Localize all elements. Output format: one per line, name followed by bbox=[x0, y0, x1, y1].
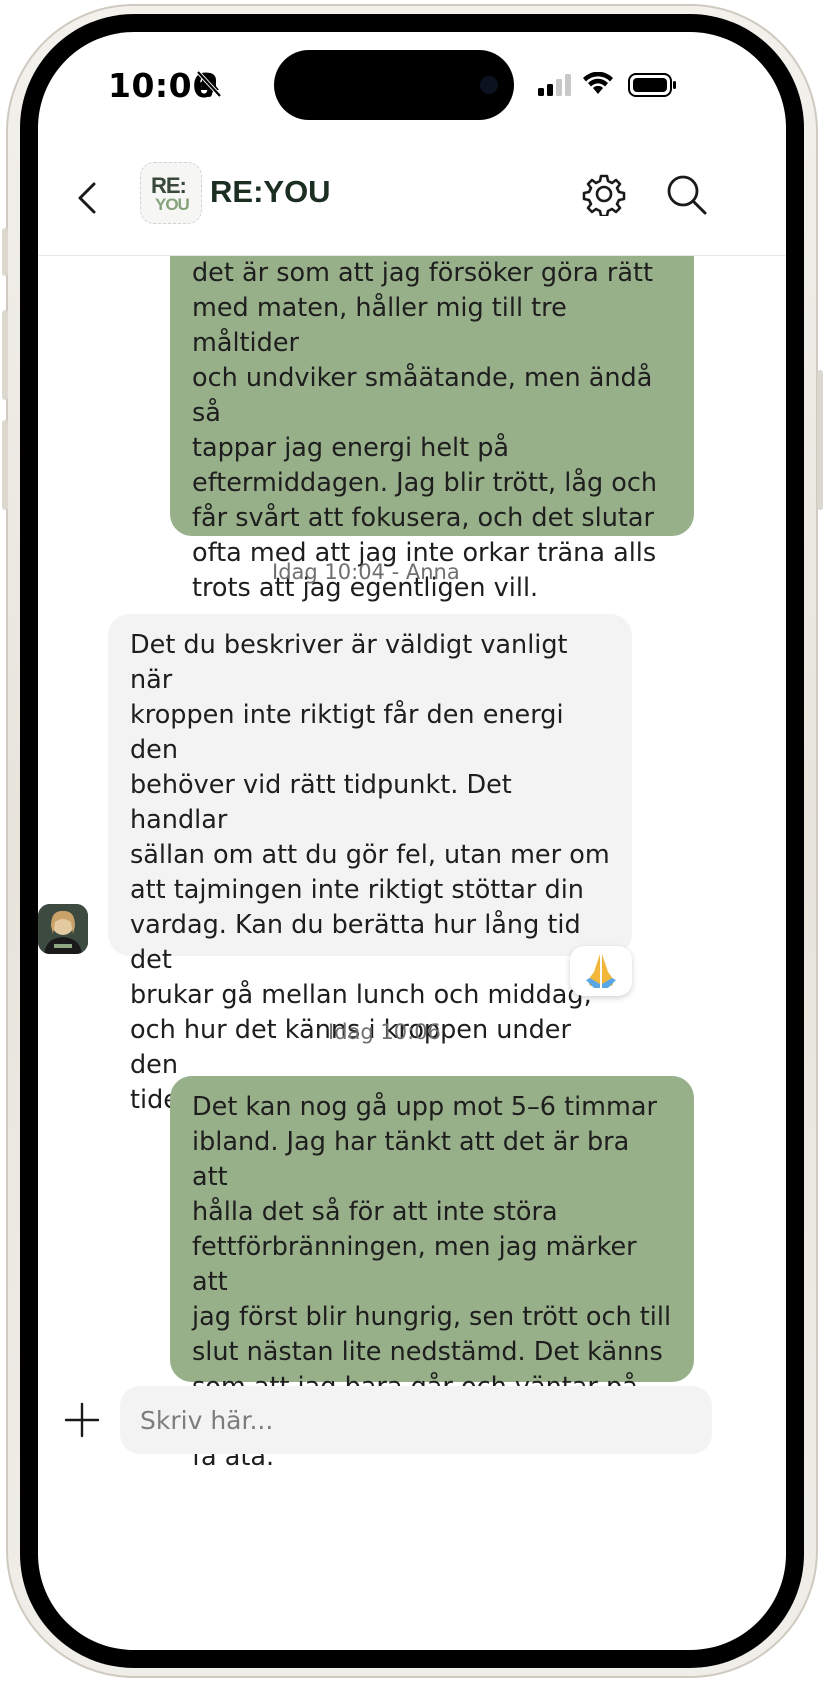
message-input[interactable] bbox=[120, 1386, 712, 1454]
avatar-image bbox=[38, 904, 88, 954]
screen: 10:06 RE: YOU RE:YOU det är som att jag … bbox=[38, 32, 786, 1650]
app-logo: RE: YOU bbox=[140, 162, 202, 224]
praying-hands-icon bbox=[586, 954, 616, 988]
camera-dot bbox=[480, 76, 498, 94]
wifi-icon bbox=[583, 72, 613, 94]
outgoing-message: det är som att jag försöker göra rätt me… bbox=[170, 256, 694, 603]
search-icon[interactable] bbox=[664, 172, 708, 216]
battery-icon bbox=[628, 73, 676, 97]
message-list[interactable]: det är som att jag försöker göra rätt me… bbox=[38, 256, 786, 1466]
logo-you-text: YOU bbox=[155, 195, 190, 214]
cellular-signal-icon bbox=[538, 74, 571, 96]
incoming-message: Det du beskriver är väldigt vanligt när … bbox=[108, 614, 632, 1115]
outgoing-message: Det kan nog gå upp mot 5–6 timmar ibland… bbox=[170, 1076, 694, 1466]
chat-header: RE: YOU RE:YOU bbox=[38, 132, 786, 256]
bell-slash-icon bbox=[196, 70, 222, 98]
message-timestamp: Idag 10:04 - Anna bbox=[272, 560, 460, 584]
volume-down-button bbox=[2, 420, 8, 510]
coach-avatar[interactable] bbox=[38, 904, 88, 954]
volume-up-button bbox=[2, 310, 8, 400]
chat-title: RE:YOU bbox=[210, 174, 331, 209]
plus-icon[interactable] bbox=[64, 1402, 100, 1438]
back-chevron-icon[interactable] bbox=[72, 178, 102, 218]
message-timestamp: Idag 10:06 bbox=[328, 1020, 441, 1044]
reaction-badge[interactable] bbox=[570, 946, 632, 996]
power-button bbox=[817, 370, 823, 510]
dynamic-island bbox=[274, 50, 514, 120]
gear-icon[interactable] bbox=[582, 172, 626, 216]
phone-bezel: 10:06 RE: YOU RE:YOU det är som att jag … bbox=[20, 14, 804, 1668]
silent-switch bbox=[2, 228, 8, 276]
